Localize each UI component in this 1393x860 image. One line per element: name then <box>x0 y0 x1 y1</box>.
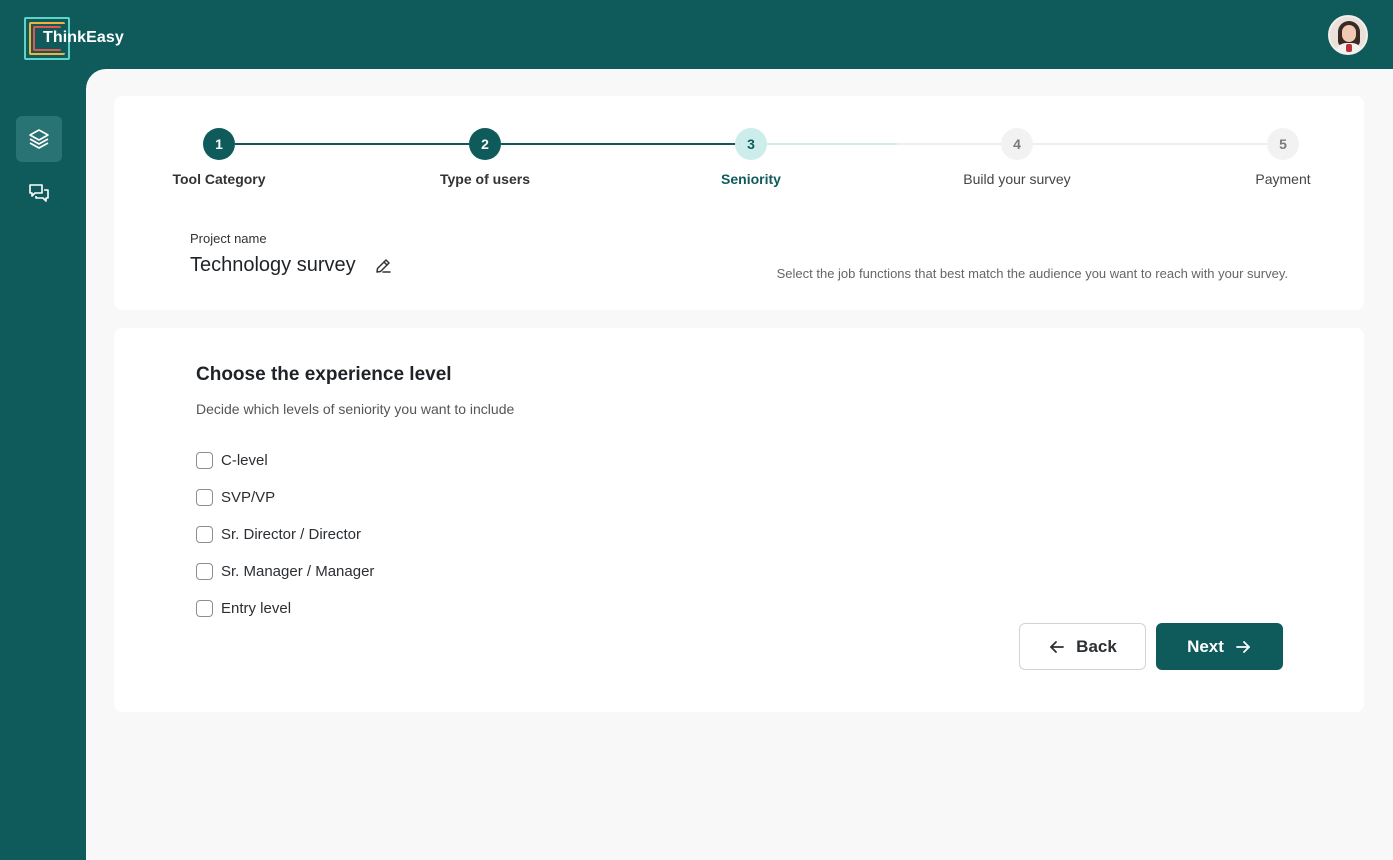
pencil-icon[interactable] <box>373 256 393 276</box>
top-bar: ThinkEasy <box>0 0 1393 69</box>
arrow-right-icon <box>1236 640 1250 653</box>
back-button[interactable]: Back <box>1019 623 1146 670</box>
brand-name: ThinkEasy <box>43 29 124 46</box>
option-manager[interactable]: Sr. Manager / Manager <box>196 561 374 581</box>
option-label: SVP/VP <box>221 488 276 506</box>
option-svp-vp[interactable]: SVP/VP <box>196 487 275 507</box>
stepper-connector <box>1033 143 1283 145</box>
section-title: Choose the experience level <box>196 364 452 385</box>
step-5-circle: 5 <box>1267 128 1299 160</box>
checkbox[interactable] <box>196 525 213 543</box>
step-2-circle[interactable]: 2 <box>469 128 501 160</box>
option-entry-level[interactable]: Entry level <box>196 598 291 618</box>
sidebar-item-projects[interactable] <box>16 116 62 162</box>
step-5-label: Payment <box>1255 171 1311 187</box>
option-label: Sr. Manager / Manager <box>221 562 375 580</box>
experience-card: Choose the experience level Decide which… <box>114 328 1364 712</box>
step-3-circle[interactable]: 3 <box>735 128 767 160</box>
option-label: Sr. Director / Director <box>221 525 362 543</box>
step-1-circle[interactable]: 1 <box>203 128 235 160</box>
job-functions-hint: Select the job functions that best match… <box>776 266 1288 281</box>
checkbox[interactable] <box>196 488 213 506</box>
option-label: Entry level <box>221 599 292 617</box>
project-name-value: Technology survey <box>190 254 356 276</box>
next-button[interactable]: Next <box>1156 623 1283 670</box>
option-c-level[interactable]: C-level <box>196 450 268 470</box>
sidebar <box>0 69 86 860</box>
step-3-label: Seniority <box>721 171 781 187</box>
project-name-label: Project name <box>190 231 267 246</box>
next-button-label: Next <box>1187 636 1224 656</box>
stepper-connector <box>897 143 1017 145</box>
checkbox[interactable] <box>196 562 213 580</box>
step-2-label: Type of users <box>440 171 530 187</box>
back-button-label: Back <box>1076 636 1117 656</box>
checkbox[interactable] <box>196 451 213 469</box>
step-1-label: Tool Category <box>172 171 266 187</box>
stepper-connector <box>235 143 485 145</box>
option-label: C-level <box>221 451 268 469</box>
arrow-left-icon <box>1050 640 1065 653</box>
chat-bubbles-icon <box>29 184 49 202</box>
sidebar-item-messages[interactable] <box>16 170 62 216</box>
step-4-circle: 4 <box>1001 128 1033 160</box>
layers-icon <box>29 129 49 149</box>
stepper-connector <box>501 143 751 145</box>
step-4-label: Build your survey <box>963 171 1071 187</box>
project-header-card: 1 2 3 4 5 Tool Category Type of users Se… <box>114 96 1364 310</box>
stepper-connector <box>767 143 897 145</box>
user-avatar[interactable] <box>1328 15 1368 55</box>
section-subtitle: Decide which levels of seniority you wan… <box>196 401 515 417</box>
app-logo[interactable]: ThinkEasy <box>24 17 124 60</box>
option-director[interactable]: Sr. Director / Director <box>196 524 361 544</box>
main-content: 1 2 3 4 5 Tool Category Type of users Se… <box>86 69 1393 860</box>
checkbox[interactable] <box>196 599 213 617</box>
